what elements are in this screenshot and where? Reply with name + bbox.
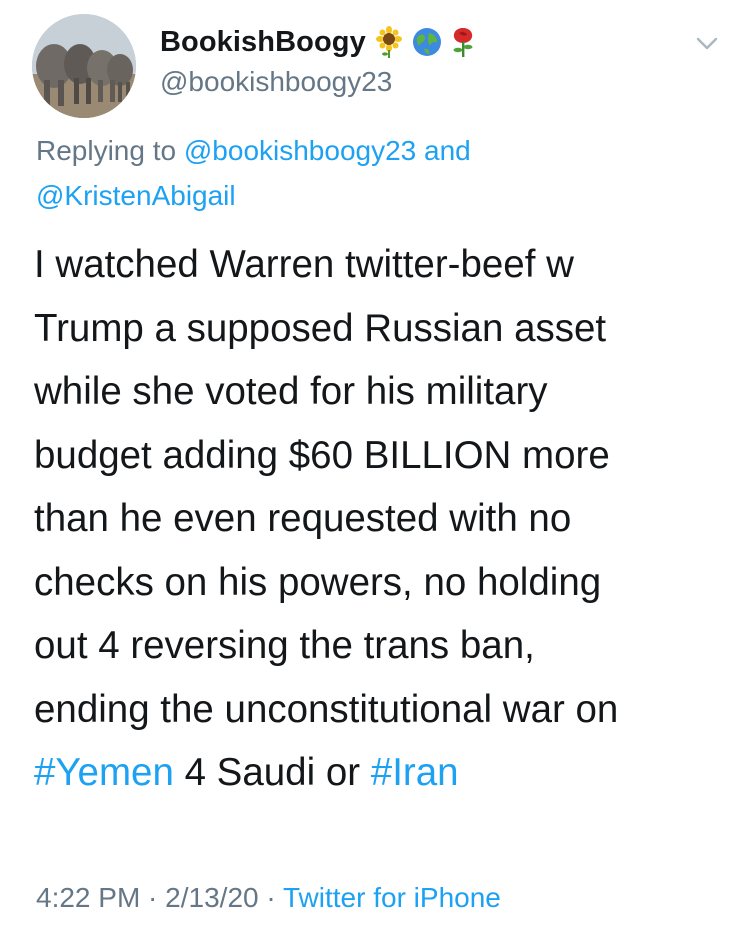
tweet-date[interactable]: 2/13/20 (165, 882, 258, 913)
tweet-source-link[interactable]: Twitter for iPhone (283, 882, 501, 913)
tweet-time[interactable]: 4:22 PM (36, 882, 140, 913)
tweet-meta: 4:22 PM · 2/13/20 · Twitter for iPhone (36, 882, 501, 914)
tweet-text-line: while she voted for his military (34, 370, 548, 413)
reply-and-link[interactable]: and (424, 135, 471, 166)
tweet-text-line: budget adding $60 BILLION more (34, 433, 610, 477)
sunflower-emoji-icon (374, 26, 404, 58)
reply-mention-kristenabigail[interactable]: @KristenAbigail (36, 180, 236, 211)
hashtag-yemen[interactable]: #Yemen (34, 751, 174, 794)
replying-to-line-2: @KristenAbigail (36, 180, 236, 212)
tweet-text: I watched Warren twitter-beef w Trump a … (34, 233, 724, 805)
avatar[interactable] (32, 14, 136, 118)
tweet-text-last-line: #Yemen 4 Saudi or #Iran (34, 741, 724, 805)
replying-to-label: Replying to (36, 135, 177, 166)
tweet-text-line: I watched Warren twitter-beef w (34, 243, 574, 286)
display-name[interactable]: BookishBoogy (160, 26, 366, 59)
tweet-text-line: ending the unconstitutional war on (34, 687, 619, 731)
reply-mention-bookishboogy23[interactable]: @bookishboogy23 (184, 135, 416, 166)
author-name-row[interactable]: BookishBoogy (160, 22, 476, 62)
tweet-text-fragment: 4 Saudi or (173, 751, 371, 794)
globe-emoji-icon (412, 27, 442, 57)
tweet-text-line: Trump a supposed Russian asset (34, 306, 607, 350)
tweet-text-line: out 4 reversing the trans ban, (34, 624, 535, 667)
chevron-down-icon[interactable] (692, 28, 722, 58)
rose-emoji-icon (450, 26, 476, 58)
hashtag-iran[interactable]: #Iran (371, 751, 459, 794)
tweet-text-line: than he even requested with no (34, 497, 572, 540)
meta-separator: · (258, 882, 283, 913)
meta-separator: · (140, 882, 166, 913)
avatar-elephants-image (32, 14, 136, 118)
author-handle[interactable]: @bookishboogy23 (160, 66, 392, 98)
replying-to-line-1: Replying to @bookishboogy23 and (36, 135, 471, 167)
tweet-text-line: checks on his powers, no holding (34, 560, 602, 604)
